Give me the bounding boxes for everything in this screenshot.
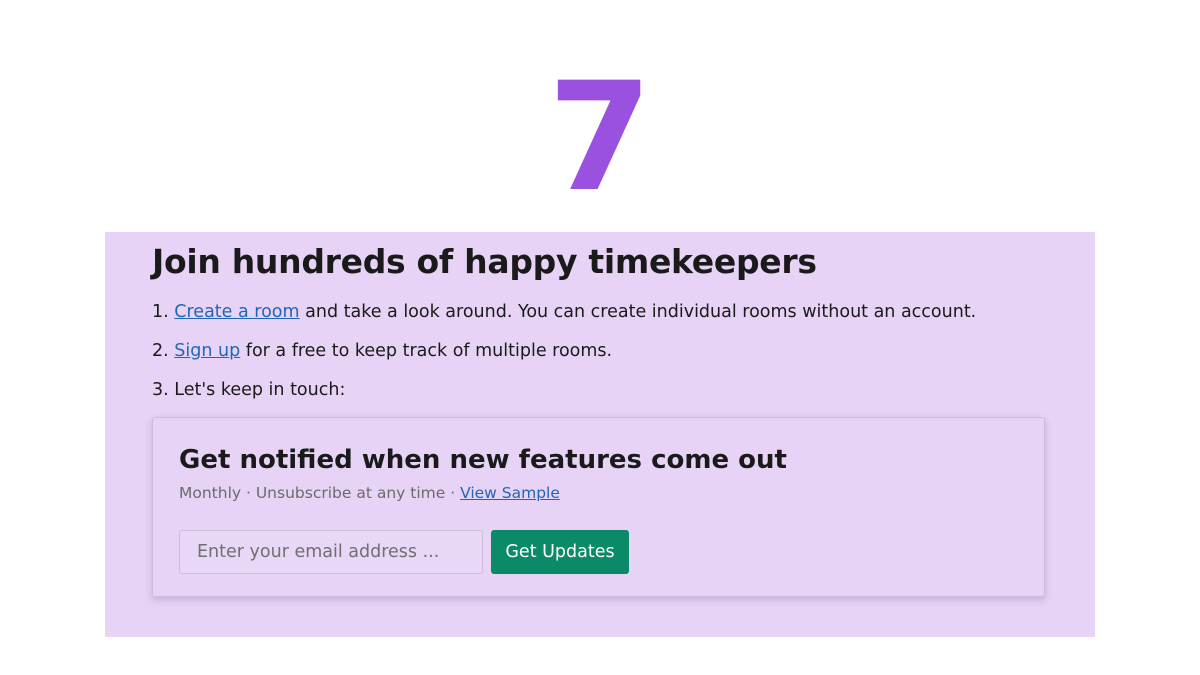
step-keep-in-touch: 3. Let's keep in touch: bbox=[152, 376, 976, 415]
get-updates-button[interactable]: Get Updates bbox=[491, 530, 629, 574]
create-room-link[interactable]: Create a room bbox=[174, 302, 299, 322]
hero-number: 7 bbox=[547, 51, 653, 225]
newsletter-frequency: Monthly · Unsubscribe at any time · bbox=[179, 484, 461, 502]
steps-list: 1. Create a room and take a look around.… bbox=[152, 298, 976, 415]
step-create-room: 1. Create a room and take a look around.… bbox=[152, 298, 976, 337]
step-number: 1. bbox=[152, 302, 169, 322]
step-text: Let's keep in touch: bbox=[174, 380, 346, 400]
step-sign-up: 2. Sign up for a free to keep track of m… bbox=[152, 337, 976, 376]
step-text: and take a look around. You can create i… bbox=[299, 302, 977, 322]
newsletter-title: Get notified when new features come out bbox=[179, 445, 787, 475]
step-text: for a free to keep track of multiple roo… bbox=[240, 341, 613, 361]
email-input[interactable] bbox=[179, 530, 483, 574]
sign-up-link[interactable]: Sign up bbox=[174, 341, 240, 361]
newsletter-subtitle: Monthly · Unsubscribe at any time · View… bbox=[179, 482, 560, 504]
step-number: 3. bbox=[152, 380, 169, 400]
signup-panel: Join hundreds of happy timekeepers 1. Cr… bbox=[105, 232, 1095, 637]
view-sample-link[interactable]: View Sample bbox=[460, 484, 560, 502]
step-number: 2. bbox=[152, 341, 169, 361]
panel-title: Join hundreds of happy timekeepers bbox=[152, 242, 817, 281]
newsletter-card: Get notified when new features come out … bbox=[152, 417, 1045, 597]
